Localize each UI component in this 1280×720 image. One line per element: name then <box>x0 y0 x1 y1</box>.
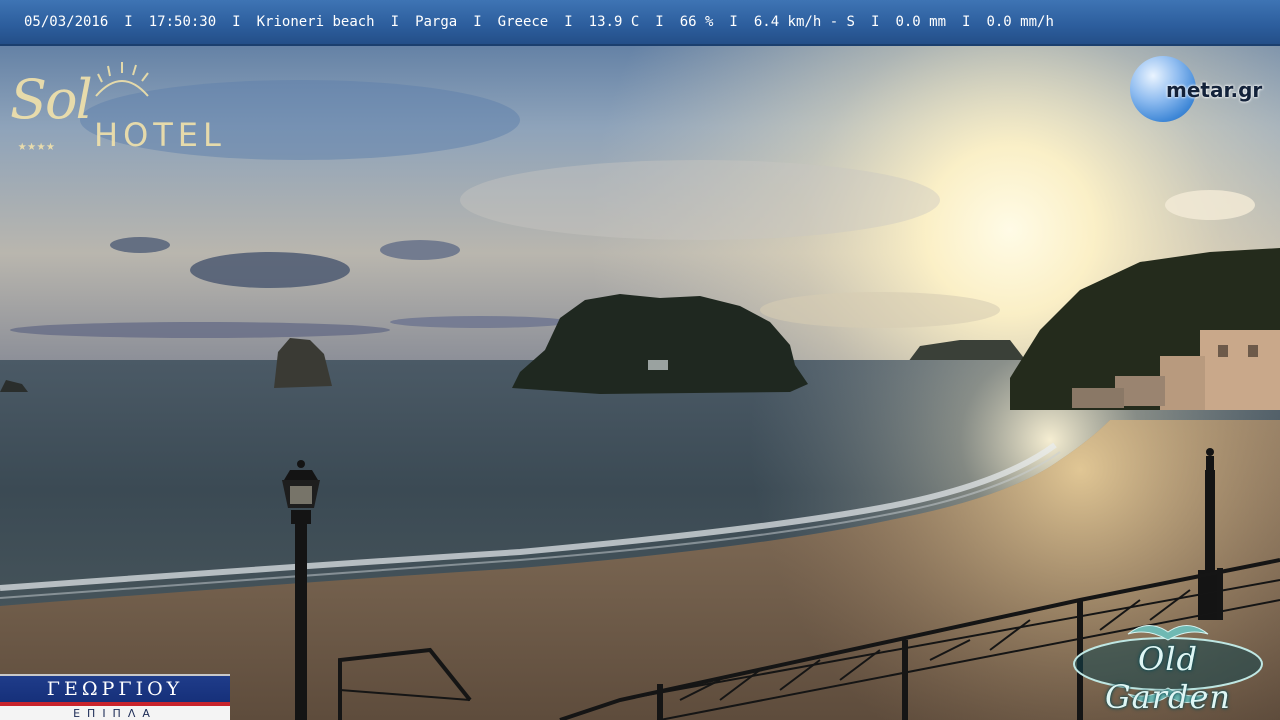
weather-overlay-bar: 05/03/2016 I 17:50:30 I Krioneri beach I… <box>0 0 1280 46</box>
hotel-wordmark: HOTEL <box>94 116 226 154</box>
separator: I <box>390 14 400 30</box>
sol-hotel-logo: Sol ★★★★ HOTEL <box>10 60 221 160</box>
star-rating: ★★★★ <box>18 138 56 154</box>
temperature-readout: 13.9 C <box>588 14 640 30</box>
country-readout: Greece <box>497 14 549 30</box>
separator: I <box>729 14 738 30</box>
separator: I <box>232 14 241 30</box>
separator: I <box>962 14 971 30</box>
island-chapel <box>648 360 668 370</box>
sol-wordmark: Sol <box>10 68 93 131</box>
time-readout: 17:50:30 <box>148 14 217 30</box>
old-garden-wordmark: Old Garden <box>1105 640 1231 716</box>
rain-rate-readout: 0.0 mm/h <box>986 14 1054 30</box>
georgiou-logo: ΓΕΩΡΓΙΟΥ ΕΠΙΠΛΑ <box>0 674 230 720</box>
separator: I <box>564 14 573 30</box>
separator: I <box>655 14 664 30</box>
old-garden-logo: Old Garden <box>1068 614 1268 716</box>
separator: I <box>473 14 482 30</box>
location-readout: Krioneri beach <box>256 14 375 30</box>
separator: I <box>871 14 880 30</box>
logo-stripe <box>0 702 230 706</box>
metar-logo: metar.gr <box>1128 56 1278 126</box>
date-readout: 05/03/2016 <box>24 14 109 30</box>
georgiou-subtitle: ΕΠΙΠΛΑ <box>73 707 157 720</box>
rain-readout: 0.0 mm <box>895 14 947 30</box>
georgiou-name: ΓΕΩΡΓΙΟΥ <box>0 676 230 702</box>
humidity-readout: 66 % <box>679 14 714 30</box>
separator: I <box>124 14 133 30</box>
metar-wordmark: metar.gr <box>1166 78 1263 102</box>
town-readout: Parga <box>415 14 458 30</box>
webcam-frame: 05/03/2016 I 17:50:30 I Krioneri beach I… <box>0 0 1280 720</box>
wind-readout: 6.4 km/h - S <box>753 14 855 30</box>
